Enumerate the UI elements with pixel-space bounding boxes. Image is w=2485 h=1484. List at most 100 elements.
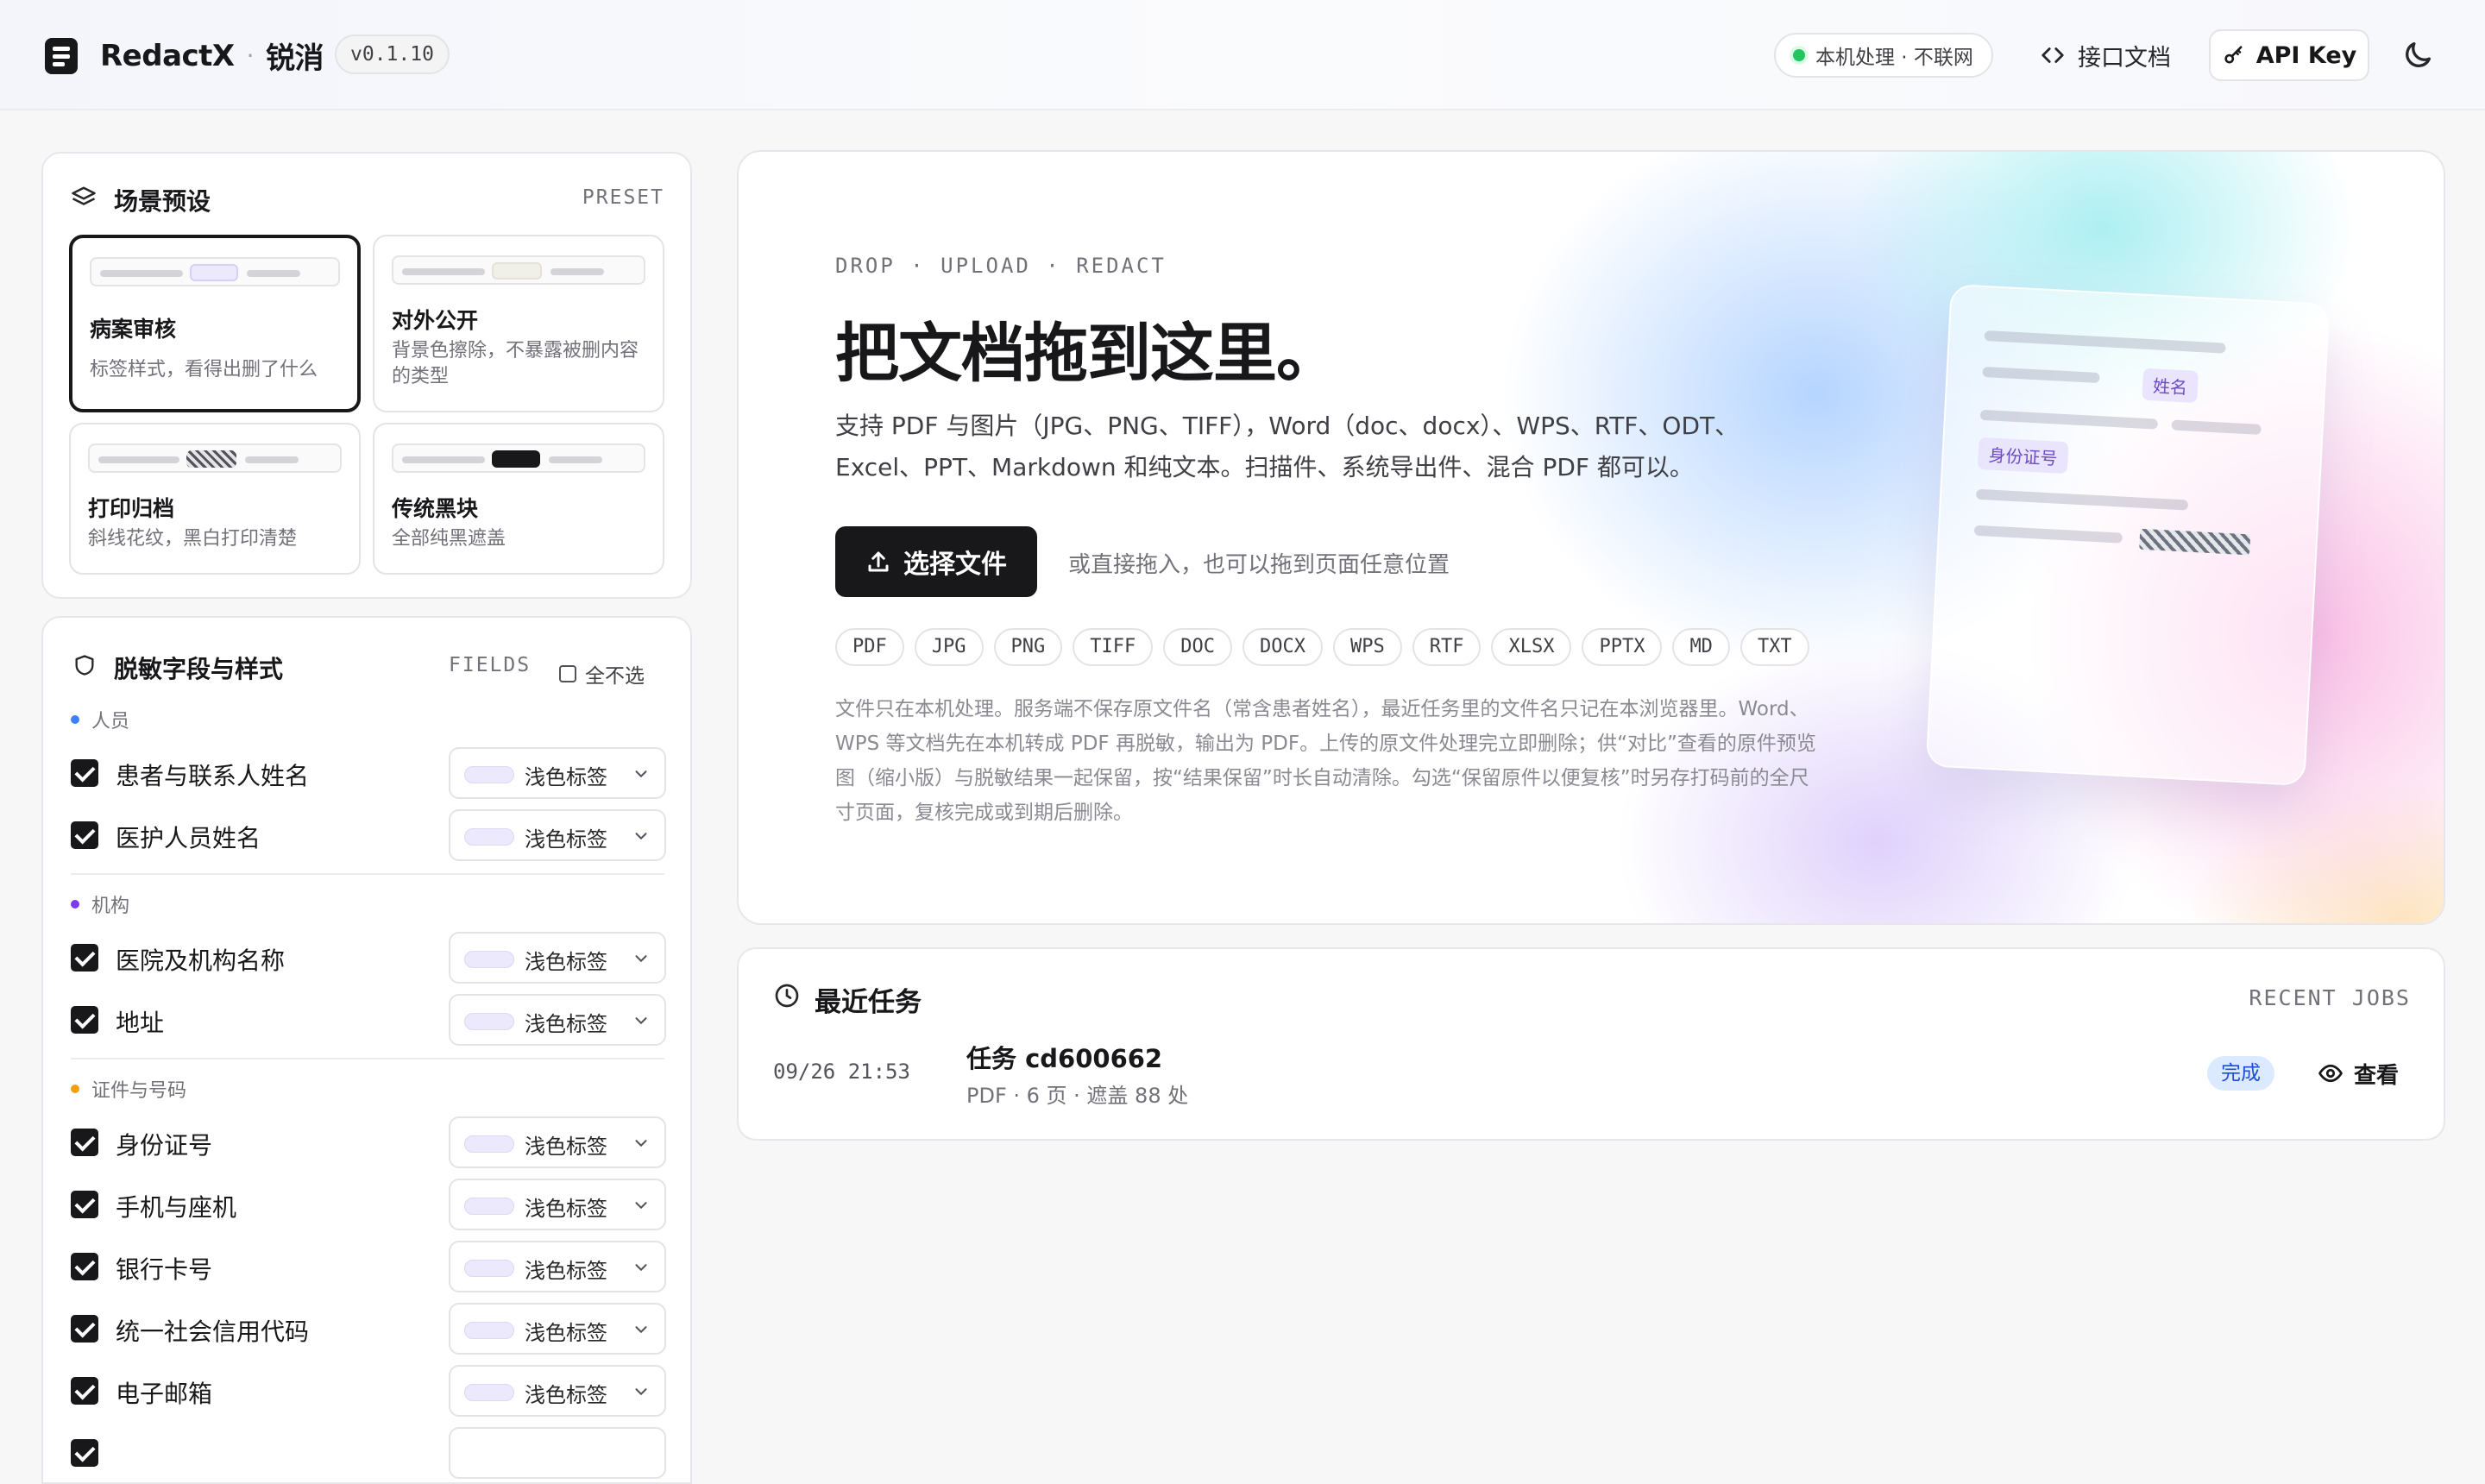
recent-jobs-title: 最近任务 [815,987,922,1018]
field-label: 统一社会信用代码 [116,1317,310,1346]
group-label-text: 机构 [91,896,130,917]
field-checkbox[interactable] [71,1439,98,1467]
field-row-clipped [71,1427,666,1479]
chevron-down-icon [635,770,647,778]
style-swatch [464,1322,514,1339]
hero-subtitle: 支持 PDF 与图片（JPG、PNG、TIFF），Word（doc、docx）、… [835,412,1740,481]
hero-eyebrow: DROP · UPLOAD · REDACT [835,254,1167,278]
drop-zone[interactable]: DROP · UPLOAD · REDACT 把文档拖到这里。 支持 PDF 与… [737,150,2445,925]
select-none-checkbox[interactable] [559,665,576,682]
style-swatch [464,951,514,968]
style-value: 浅色标签 [525,1197,607,1221]
style-select[interactable]: 浅色标签 [449,932,666,984]
field-label: 电子邮箱 [116,1380,213,1408]
job-meta: PDF · 6 页 · 遮盖 88 处 [966,1084,1189,1108]
file-type-list: PDF JPG PNG TIFF DOC DOCX WPS RTF XLSX P… [835,628,1809,666]
field-label: 手机与座机 [116,1193,237,1222]
view-job-label: 查看 [2354,1062,2400,1089]
fields-title: 脱敏字段与样式 [114,655,284,683]
preset-preview [392,443,645,473]
style-value: 浅色标签 [525,950,607,974]
field-checkbox[interactable] [71,1253,98,1280]
field-row-patient-name: 患者与联系人姓名 浅色标签 [71,747,666,799]
file-type-chip: RTF [1412,628,1482,666]
privacy-note: 文件只在本机处理。服务端不保存原文件名（常含患者姓名），最近任务里的文件名只记在… [835,698,1816,824]
group-divider [71,873,664,875]
file-type-chip: TXT [1740,628,1809,666]
group-dot [71,900,79,909]
group-label-text: 人员 [91,711,130,733]
file-type-chip: DOCX [1242,628,1323,666]
brand-name: RedactX · 锐消 [100,35,324,77]
group-dot [71,715,79,724]
preset-black-box[interactable]: 传统黑块 全部纯黑遮盖 [373,423,664,575]
clock-icon [775,984,799,1008]
chevron-down-icon [635,1264,647,1272]
style-swatch [464,766,514,783]
preset-panel: 场景预设 PRESET 病案审核 标签样式，看得出删了什么 对外公开 背景色擦除… [41,152,692,599]
file-type-chip: DOC [1163,628,1232,666]
shield-icon [75,655,94,676]
api-key-button[interactable]: API Key [2209,29,2369,81]
preset-public-release[interactable]: 对外公开 背景色擦除，不暴露被删内容的类型 [373,235,664,412]
style-select[interactable]: 浅色标签 [449,1303,666,1355]
code-icon [2041,47,2064,63]
style-value: 浅色标签 [525,1259,607,1283]
field-checkbox[interactable] [71,944,98,972]
preset-print-archive[interactable]: 打印归档 斜线花纹，黑白打印清楚 [69,423,361,575]
style-select[interactable]: 浅色标签 [449,809,666,861]
group-divider [71,1058,664,1060]
job-status-badge: 完成 [2207,1056,2274,1091]
style-value: 浅色标签 [525,1321,607,1345]
style-select[interactable]: 浅色标签 [449,994,666,1046]
recent-jobs-tag: RECENT JOBS [2249,985,2411,1010]
style-swatch [464,828,514,846]
document-illustration: 姓名 身份证号 [1925,283,2331,787]
dark-mode-moon-icon[interactable] [2400,38,2435,72]
key-icon [2224,46,2243,64]
file-type-chip: XLSX [1491,628,1572,666]
field-row-bank-card: 银行卡号 浅色标签 [71,1241,666,1292]
upload-icon [868,551,889,572]
preset-preview [88,443,342,473]
field-checkbox[interactable] [71,759,98,787]
field-row-credit-code: 统一社会信用代码 浅色标签 [71,1303,666,1355]
drop-hint: 或直接拖入，也可以拖到页面任意位置 [1068,552,1450,578]
field-checkbox[interactable] [71,821,98,849]
file-type-chip: PDF [835,628,904,666]
api-docs-link[interactable]: 接口文档 [2040,35,2171,76]
field-row-phone: 手机与座机 浅色标签 [71,1179,666,1230]
field-checkbox[interactable] [71,1377,98,1405]
chevron-down-icon [635,1017,647,1025]
style-select[interactable]: 浅色标签 [449,1241,666,1292]
style-select[interactable]: 浅色标签 [449,1365,666,1417]
style-swatch [464,1135,514,1153]
field-checkbox[interactable] [71,1129,98,1156]
style-swatch [464,1013,514,1030]
style-value: 浅色标签 [525,1135,607,1159]
field-row-hospital: 医院及机构名称 浅色标签 [71,932,666,984]
status-dot-icon [1793,49,1805,61]
group-dot [71,1085,79,1093]
preset-medical-review[interactable]: 病案审核 标签样式，看得出删了什么 [69,235,361,412]
style-select[interactable]: 浅色标签 [449,747,666,799]
field-checkbox[interactable] [71,1191,98,1218]
hero-title: 把文档拖到这里。 [835,317,1340,391]
style-select[interactable] [449,1427,666,1479]
chevron-down-icon [635,955,647,963]
select-none-toggle[interactable]: 全不选 [559,659,645,689]
field-checkbox[interactable] [71,1315,98,1343]
mock-hatch-mark [2139,528,2251,556]
field-checkbox[interactable] [71,1006,98,1034]
version-badge: v0.1.10 [335,35,450,74]
file-type-chip: JPG [914,628,984,666]
brand-separator: · [246,41,255,70]
style-value: 浅色标签 [525,765,607,789]
style-swatch [464,1260,514,1277]
style-select[interactable]: 浅色标签 [449,1116,666,1168]
choose-file-button[interactable]: 选择文件 [835,526,1037,597]
style-select[interactable]: 浅色标签 [449,1179,666,1230]
preset-preview [90,257,340,286]
view-job-button[interactable]: 查看 [2318,1056,2399,1091]
field-label: 医院及机构名称 [116,946,286,975]
